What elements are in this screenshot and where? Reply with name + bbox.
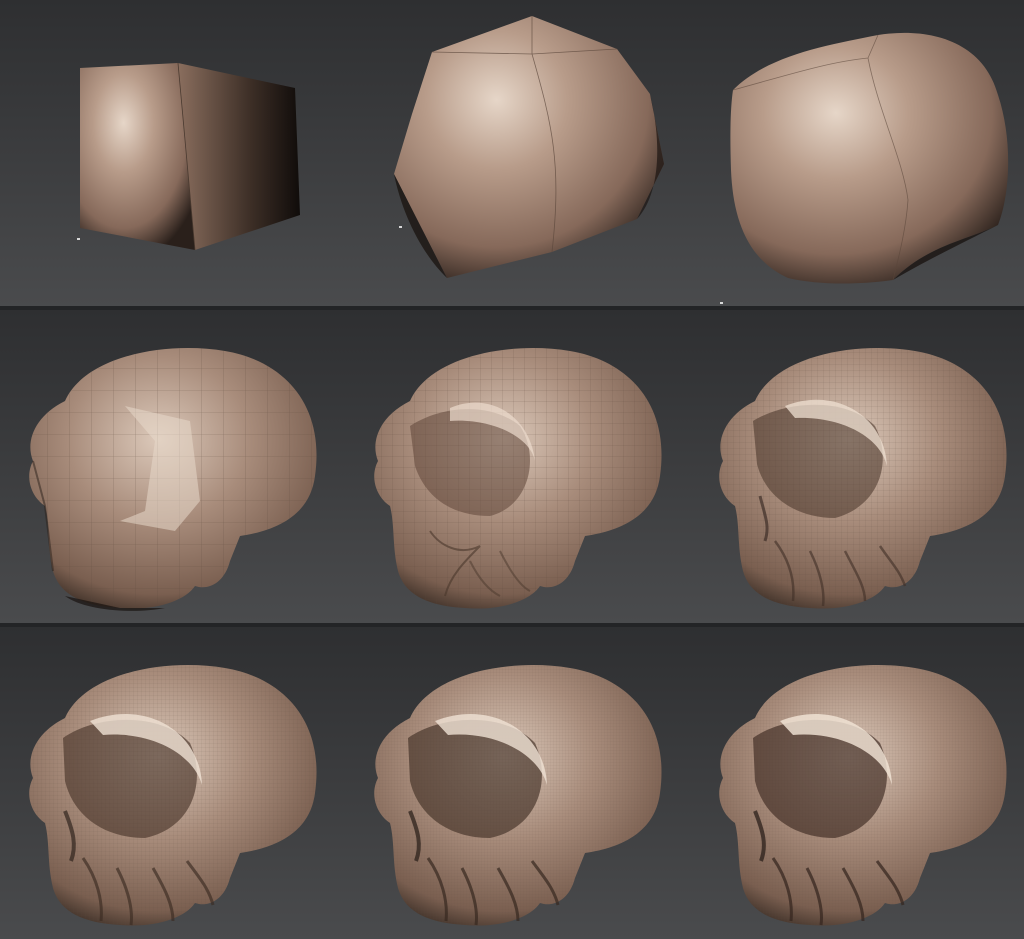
row-2-viewport bbox=[0, 310, 1024, 623]
row-3-viewport bbox=[0, 627, 1024, 939]
skull-level-5-model bbox=[374, 665, 662, 926]
skull-refined-model bbox=[374, 348, 662, 609]
row-1-viewport bbox=[0, 0, 1024, 306]
skull-level-6-model bbox=[719, 665, 1007, 926]
base-cube-model bbox=[80, 62, 300, 251]
subdivided-cube-model bbox=[394, 16, 664, 278]
viewport-pivot-marker bbox=[720, 302, 723, 304]
viewport-pivot-marker bbox=[77, 238, 80, 240]
viewport-pivot-marker bbox=[399, 226, 402, 228]
skull-level-4-model bbox=[29, 665, 317, 926]
rough-skull-blockout-model bbox=[29, 348, 317, 611]
smoothed-blob-model bbox=[730, 32, 1009, 284]
skull-detailed-model bbox=[719, 348, 1007, 609]
